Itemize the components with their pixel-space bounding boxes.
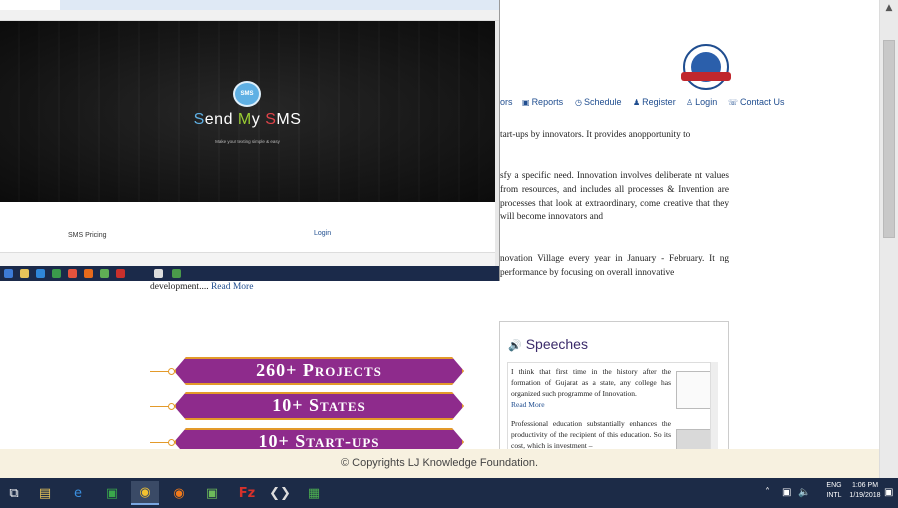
about-paragraph-3: novation Village every year in January -… <box>500 254 729 278</box>
about-paragraph-1: tart-ups by innovators. It provides anop… <box>500 130 691 140</box>
excel-icon: ▦ <box>307 485 321 501</box>
user-icon: ♙ <box>686 97 694 107</box>
taskbar-store[interactable]: ▣ <box>98 481 126 505</box>
nav-item-partial[interactable]: ors <box>500 97 513 107</box>
internet-explorer-icon: e <box>74 485 82 501</box>
sms-bubble-icon: SMS <box>233 81 261 107</box>
store-icon: ▣ <box>105 485 119 501</box>
speeches-list[interactable]: I think that first time in the history a… <box>507 362 717 452</box>
taskbar-ie[interactable]: e <box>64 481 92 505</box>
language-indicator[interactable]: ENG INTL <box>822 481 846 508</box>
code-icon: ❮❯ <box>269 485 291 501</box>
windows-logo-icon: ⧉ <box>9 485 19 501</box>
scroll-thumb[interactable] <box>883 40 895 238</box>
speaker-photo <box>676 371 711 409</box>
speeches-heading: 🔊 Speeches <box>508 336 588 352</box>
overlay-login-link[interactable]: Login <box>314 230 331 237</box>
taskbar-app[interactable]: ▣ <box>198 481 226 505</box>
overlay-statusbar <box>0 252 495 266</box>
reports-icon: ▣ <box>522 97 530 107</box>
stat-label: 260+ Projects <box>256 360 382 380</box>
taskbar-chrome[interactable]: ◉ <box>131 481 159 505</box>
page-footer: © Copyrights LJ Knowledge Foundation. <box>0 449 879 478</box>
stat-banner-states: 10+ States <box>150 392 465 422</box>
intro-excerpt: development.... Read More <box>150 282 254 292</box>
network-icon[interactable]: ▣ <box>782 487 791 498</box>
speech-item: I think that first time in the history a… <box>511 367 671 409</box>
speech-read-more-link[interactable]: Read More <box>511 400 545 409</box>
overlay-tabbar <box>0 0 499 10</box>
scroll-up-icon[interactable]: ▲ <box>883 3 895 15</box>
about-paragraph-2: sfy a specific need. Innovation involves… <box>500 171 729 223</box>
speech-item: Professional education substantially enh… <box>511 419 671 450</box>
windows-taskbar: ⧉ ▤ e ▣ ◉ ◉ ▣ Fz ❮❯ ▦ ˄ ▣ 🔈 ENG INTL 1:06… <box>0 478 898 508</box>
speaker-icon: 🔊 <box>508 339 522 352</box>
nav-item-contact[interactable]: ☏ Contact Us <box>728 97 785 107</box>
overlay-toolbar <box>0 10 499 21</box>
sms-brand-logo: Send My SMS <box>193 111 302 128</box>
notifications-icon[interactable]: ▣ <box>884 487 893 498</box>
sms-hero: SMS Send My SMS Make your texting simple… <box>0 21 495 202</box>
sms-pricing-link[interactable]: SMS Pricing <box>68 232 107 239</box>
sms-tagline: Make your texting simple & easy <box>215 139 280 144</box>
phone-icon: ☏ <box>728 97 739 107</box>
read-more-link[interactable]: Read More <box>211 282 253 292</box>
users-icon: ♟ <box>633 97 641 107</box>
taskbar-filezilla[interactable]: Fz <box>233 481 261 505</box>
app-icon: ▣ <box>205 485 219 501</box>
overlay-scrollbar[interactable] <box>495 21 499 266</box>
chrome-icon: ◉ <box>139 484 151 500</box>
nav-item-login[interactable]: ♙ Login <box>686 97 717 107</box>
taskbar-file-explorer[interactable]: ▤ <box>31 481 59 505</box>
nav-item-schedule[interactable]: ◷ Schedule <box>575 97 622 107</box>
overlay-taskbar <box>0 266 499 281</box>
filezilla-icon: Fz <box>238 485 256 501</box>
college-logo <box>681 44 731 90</box>
overlay-links: SMS Pricing Login <box>0 202 495 252</box>
folder-icon: ▤ <box>38 485 52 501</box>
nav-item-reports[interactable]: ▣ Reports <box>522 97 563 107</box>
start-button[interactable]: ⧉ <box>0 481 28 505</box>
window-titlebar: — ✕ <box>500 0 898 18</box>
stat-label: 10+ States <box>272 395 366 415</box>
clock[interactable]: 1:06 PM 1/19/2018 <box>848 481 882 508</box>
nav-item-register[interactable]: ♟ Register <box>633 97 676 107</box>
firefox-icon: ◉ <box>173 485 185 501</box>
volume-icon[interactable]: 🔈 <box>798 487 810 498</box>
chevron-up-icon[interactable]: ˄ <box>765 487 770 498</box>
page-scrollbar[interactable]: ▲ <box>879 0 898 478</box>
stat-banner-projects: 260+ Projects <box>150 357 465 387</box>
taskbar-excel[interactable]: ▦ <box>300 481 328 505</box>
taskbar-code-editor[interactable]: ❮❯ <box>266 481 294 505</box>
clock-icon: ◷ <box>575 97 582 107</box>
taskbar-firefox[interactable]: ◉ <box>165 481 193 505</box>
speeches-scrollbar[interactable] <box>710 362 718 452</box>
overlay-window: SMS Send My SMS Make your texting simple… <box>0 0 500 281</box>
